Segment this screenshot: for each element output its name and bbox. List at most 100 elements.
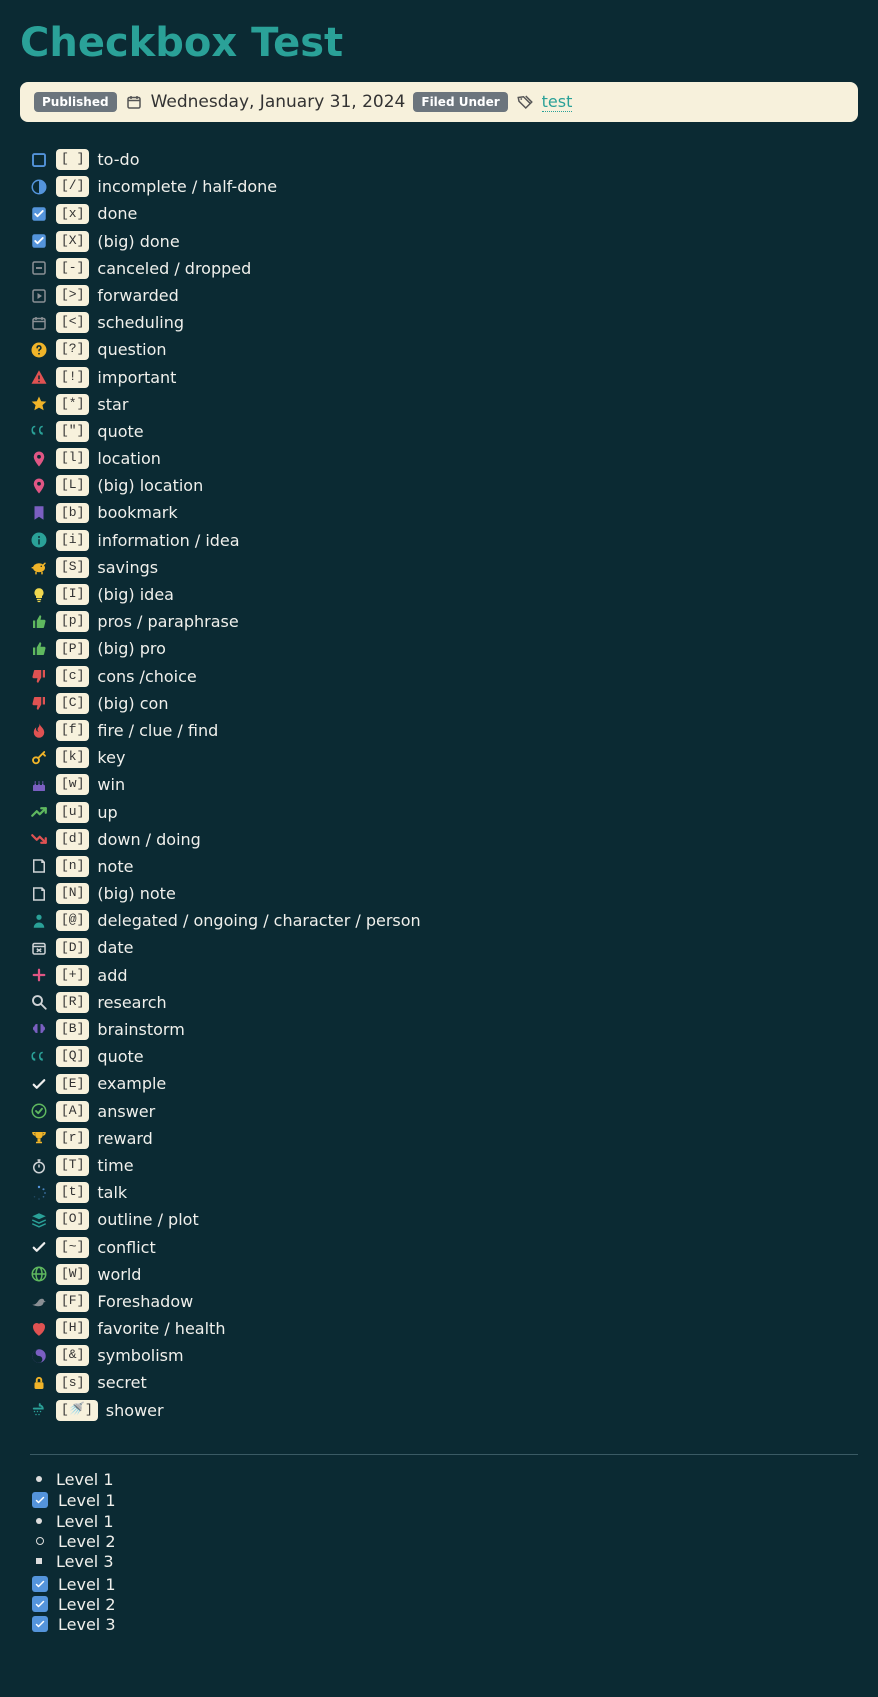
checkbox-item: [l]location xyxy=(30,445,858,472)
bulb-icon xyxy=(30,586,48,604)
checkbox-code: [T] xyxy=(56,1155,89,1176)
checkbox-item: [F]Foreshadow xyxy=(30,1288,858,1315)
checkbox-label: savings xyxy=(97,556,158,579)
checkbox-item: [u]up xyxy=(30,799,858,826)
checkbox-item: [L](big) location xyxy=(30,472,858,499)
trophy-icon xyxy=(30,1129,48,1147)
checkbox-item: [H]favorite / health xyxy=(30,1315,858,1342)
checkbox-checked-icon[interactable] xyxy=(32,1576,48,1592)
checkbox-code: [X] xyxy=(56,231,89,252)
checkbox-code: [*] xyxy=(56,394,89,415)
checkbox-checked-icon[interactable] xyxy=(32,1596,48,1612)
check-filled-icon xyxy=(30,205,48,223)
bullet-icon xyxy=(36,1558,42,1564)
checkbox-code: [x] xyxy=(56,204,89,225)
checkbox-label: brainstorm xyxy=(97,1018,184,1041)
checkbox-label: world xyxy=(97,1263,141,1286)
checkbox-checked-icon[interactable] xyxy=(32,1492,48,1508)
key-icon xyxy=(30,749,48,767)
checkbox-label: example xyxy=(97,1072,166,1095)
checkbox-label: date xyxy=(97,936,133,959)
check-circle-icon xyxy=(30,1102,48,1120)
layers-icon xyxy=(30,1211,48,1229)
bookmark-icon xyxy=(30,504,48,522)
play-box-icon xyxy=(30,287,48,305)
spinner-icon xyxy=(30,1184,48,1202)
checkbox-code: [c] xyxy=(56,666,89,687)
list-item: Level 1 xyxy=(56,1470,114,1489)
bullet-icon xyxy=(36,1476,42,1482)
checkbox-item: [@]delegated / ongoing / character / per… xyxy=(30,907,858,934)
pin-icon xyxy=(30,450,48,468)
checkbox-code: [f] xyxy=(56,720,89,741)
minus-box-icon xyxy=(30,259,48,277)
checkbox-checked-icon[interactable] xyxy=(32,1616,48,1632)
checkbox-item: [S]savings xyxy=(30,554,858,581)
checkbox-label: talk xyxy=(97,1181,127,1204)
tags-icon xyxy=(516,93,534,111)
checkbox-item: [Q]quote xyxy=(30,1043,858,1070)
checkbox-label: shower xyxy=(106,1399,164,1422)
checkbox-item: [r] reward xyxy=(30,1125,858,1152)
yinyang-icon xyxy=(30,1347,48,1365)
checkbox-item: [k]key xyxy=(30,744,858,771)
checkbox-code: [R] xyxy=(56,992,89,1013)
checkbox-item: [B] brainstorm xyxy=(30,1016,858,1043)
checkbox-code: [>] xyxy=(56,285,89,306)
checkbox-code: [?] xyxy=(56,339,89,360)
checkbox-code: [t] xyxy=(56,1182,89,1203)
checkbox-item: [p]pros / paraphrase xyxy=(30,608,858,635)
checkbox-item: [f]fire / clue / find xyxy=(30,717,858,744)
shower-icon xyxy=(30,1401,48,1419)
checkbox-label: bookmark xyxy=(97,501,177,524)
checkbox-label: question xyxy=(97,338,166,361)
checkbox-code: [i] xyxy=(56,530,89,551)
checkbox-label: answer xyxy=(97,1100,155,1123)
checkbox-label: incomplete / half-done xyxy=(97,175,277,198)
list-item: Level 2 xyxy=(58,1595,116,1614)
checkbox-item: [n]note xyxy=(30,853,858,880)
list-item: Level 1 xyxy=(58,1575,116,1594)
page-title: Checkbox Test xyxy=(20,20,858,66)
checkbox-item: [+] add xyxy=(30,962,858,989)
checkbox-item: [/]incomplete / half-done xyxy=(30,173,858,200)
checkbox-code: [r] xyxy=(56,1128,89,1149)
checkbox-label: (big) done xyxy=(97,230,179,253)
checkbox-code: [P] xyxy=(56,639,89,660)
checkbox-code: [I] xyxy=(56,584,89,605)
checkbox-label: canceled / dropped xyxy=(97,257,251,280)
checkbox-label: win xyxy=(97,773,125,796)
checkbox-code: [+] xyxy=(56,965,89,986)
checkbox-label: key xyxy=(97,746,125,769)
lock-icon xyxy=(30,1374,48,1392)
checkbox-code: [-] xyxy=(56,258,89,279)
checkbox-code: [F] xyxy=(56,1291,89,1312)
checkbox-label: reward xyxy=(97,1127,152,1150)
stopwatch-icon xyxy=(30,1157,48,1175)
pin-icon xyxy=(30,477,48,495)
filed-under-badge: Filed Under xyxy=(413,92,507,112)
checkbox-code: [🚿] xyxy=(56,1400,98,1421)
quote-icon xyxy=(30,1048,48,1066)
checkbox-item: [&]symbolism xyxy=(30,1342,858,1369)
list-item: Level 2 xyxy=(58,1532,116,1551)
tag-link[interactable]: test xyxy=(542,92,573,112)
globe-icon xyxy=(30,1265,48,1283)
bird-icon xyxy=(30,1292,48,1310)
checkbox-label: quote xyxy=(97,1045,143,1068)
checkbox-label: (big) location xyxy=(97,474,203,497)
checkbox-label: to-do xyxy=(97,148,139,171)
checkbox-label: (big) note xyxy=(97,882,175,905)
checkbox-code: [B] xyxy=(56,1019,89,1040)
checkbox-label: add xyxy=(97,964,127,987)
checkbox-code: [s] xyxy=(56,1373,89,1394)
checkbox-item: [-] canceled / dropped xyxy=(30,255,858,282)
checkbox-item: [E]example xyxy=(30,1070,858,1097)
checkbox-label: note xyxy=(97,855,133,878)
calendar-x-icon xyxy=(30,939,48,957)
calendar-icon xyxy=(30,314,48,332)
checkbox-item: [R]research xyxy=(30,989,858,1016)
checkbox-item: [T]time xyxy=(30,1152,858,1179)
checkbox-item: [🚿] shower xyxy=(30,1397,858,1424)
checkbox-label: favorite / health xyxy=(97,1317,225,1340)
